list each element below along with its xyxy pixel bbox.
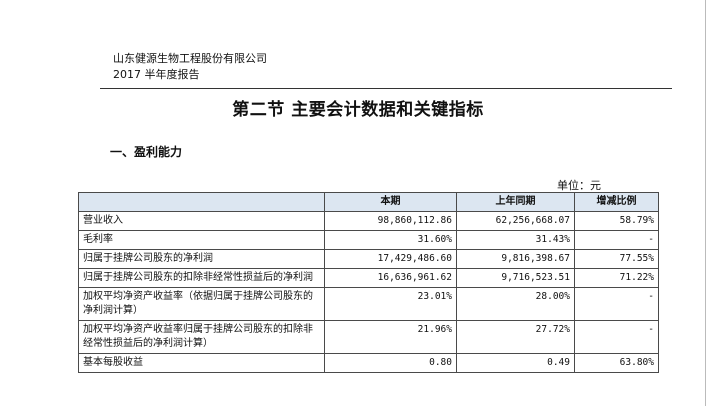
header-cell-current: 本期 (324, 192, 457, 212)
unit-label: 单位：元 (557, 179, 601, 192)
header-cell-prior: 上年同期 (456, 192, 575, 212)
prior-value: 62,256,668.07 (456, 211, 575, 231)
prior-value: 31.43% (456, 230, 575, 250)
current-value: 98,860,112.86 (324, 211, 457, 231)
row-label: 营业收入 (78, 211, 325, 231)
table-row: 加权平均净资产收益率归属于挂牌公司股东的扣除非经常性损益后的净利润计算） 21.9… (78, 320, 659, 354)
current-value: 16,636,961.62 (324, 268, 457, 288)
table-row: 归属于挂牌公司股东的净利润 17,429,486.60 9,816,398.67 77… (78, 249, 659, 269)
table-row: 营业收入 98,860,112.86 62,256,668.07 58.79% (78, 211, 659, 231)
row-label: 归属于挂牌公司股东的净利润 (78, 249, 325, 269)
prior-value: 9,816,398.67 (456, 249, 575, 269)
current-value: 21.96% (324, 320, 457, 354)
header-divider (100, 88, 672, 89)
row-label: 毛利率 (78, 230, 325, 250)
change-value: - (574, 320, 659, 354)
prior-value: 0.49 (456, 353, 575, 373)
current-value: 23.01% (324, 287, 457, 321)
company-name: 山东健源生物工程股份有限公司 (113, 52, 267, 65)
change-value: - (574, 230, 659, 250)
prior-value: 9,716,523.51 (456, 268, 575, 288)
table-header-row: 本期 上年同期 增减比例 (78, 192, 659, 212)
change-value: - (574, 287, 659, 321)
prior-value: 27.72% (456, 320, 575, 354)
report-header: 山东健源生物工程股份有限公司 2017 半年度报告 (113, 51, 267, 83)
row-label: 归属于挂牌公司股东的扣除非经常性损益后的净利润 (78, 268, 325, 288)
header-cell-blank (78, 192, 325, 212)
profitability-table: 本期 上年同期 增减比例 营业收入 98,860,112.86 62,256,668… (78, 192, 659, 373)
change-value: 77.55% (574, 249, 659, 269)
table-row: 归属于挂牌公司股东的扣除非经常性损益后的净利润 16,636,961.62 9,71… (78, 268, 659, 288)
table-row: 基本每股收益 0.80 0.49 63.80% (78, 353, 659, 373)
change-value: 58.79% (574, 211, 659, 231)
current-value: 17,429,486.60 (324, 249, 457, 269)
change-value: 71.22% (574, 268, 659, 288)
sub-section-title: 一、盈利能力 (110, 145, 183, 159)
row-label: 加权平均净资产收益率（依据归属于挂牌公司股东的净利润计算） (78, 287, 325, 321)
current-value: 31.60% (324, 230, 457, 250)
change-value: 63.80% (574, 353, 659, 373)
prior-value: 28.00% (456, 287, 575, 321)
current-value: 0.80 (324, 353, 457, 373)
section-title: 第二节 主要会计数据和关键指标 (232, 100, 484, 120)
report-period: 2017 半年度报告 (113, 68, 200, 81)
table-row: 毛利率 31.60% 31.43% - (78, 230, 659, 250)
row-label: 基本每股收益 (78, 353, 325, 373)
table-row: 加权平均净资产收益率（依据归属于挂牌公司股东的净利润计算） 23.01% 28.00… (78, 287, 659, 321)
header-cell-change: 增减比例 (574, 192, 659, 212)
page-edge-line (705, 0, 706, 406)
row-label: 加权平均净资产收益率归属于挂牌公司股东的扣除非经常性损益后的净利润计算） (78, 320, 325, 354)
